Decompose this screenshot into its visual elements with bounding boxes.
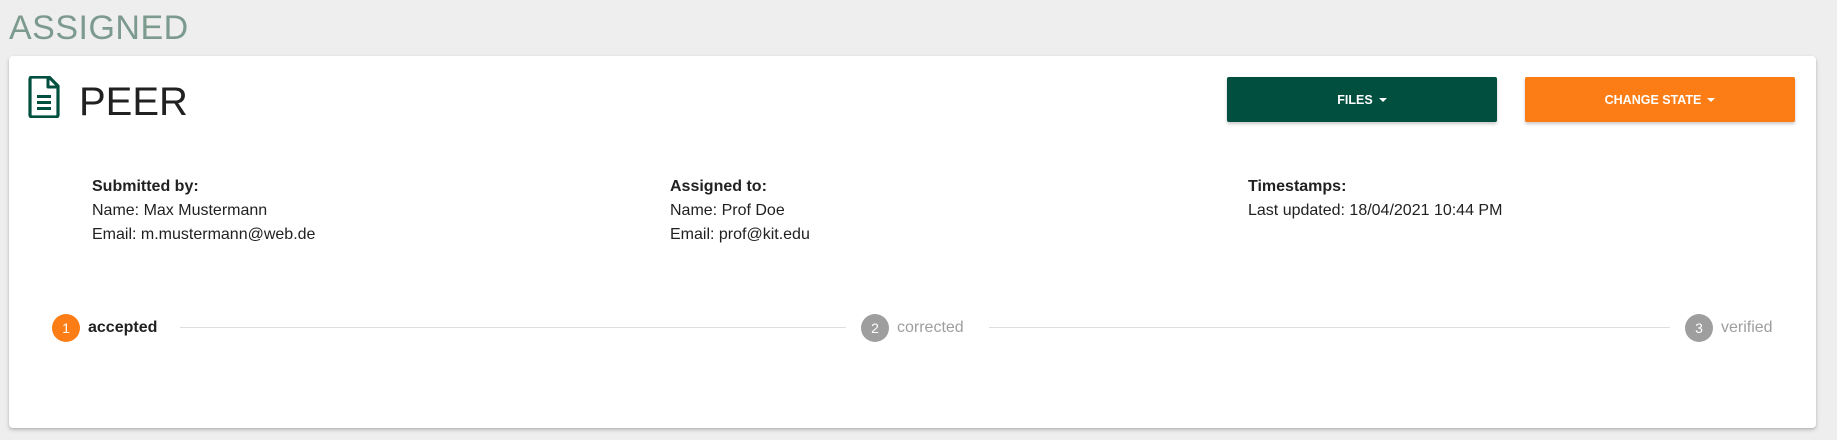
- submitter-email: Email: m.mustermann@web.de: [92, 226, 316, 243]
- step-corrected: 2 corrected: [861, 313, 964, 343]
- timestamps-heading: Timestamps:: [1248, 178, 1347, 195]
- caret-down-icon: [1707, 97, 1716, 102]
- progress-stepper: 1 accepted 2 corrected 3 verified: [9, 313, 1816, 343]
- assignee-email: Email: prof@kit.edu: [670, 226, 810, 243]
- caret-down-icon: [1378, 97, 1387, 102]
- change-state-button[interactable]: CHANGE STATE: [1525, 77, 1795, 122]
- card-title: PEER: [79, 80, 188, 124]
- step-accepted: 1 accepted: [52, 313, 157, 343]
- page-heading: ASSIGNED: [9, 9, 189, 47]
- files-button-label: FILES: [1337, 92, 1373, 107]
- step-number: 1: [52, 314, 80, 342]
- step-divider: [180, 327, 846, 328]
- step-label: corrected: [897, 319, 964, 336]
- files-button[interactable]: FILES: [1227, 77, 1497, 122]
- assigned-to-section: Assigned to: Name: Prof Doe Email: prof@…: [670, 175, 810, 247]
- step-label: verified: [1721, 319, 1773, 336]
- step-number: 2: [861, 314, 889, 342]
- submitter-name: Name: Max Mustermann: [92, 202, 268, 219]
- assignee-name: Name: Prof Doe: [670, 202, 785, 219]
- submitted-by-section: Submitted by: Name: Max Mustermann Email…: [92, 175, 315, 247]
- submitted-by-heading: Submitted by:: [92, 178, 199, 195]
- assigned-to-heading: Assigned to:: [670, 178, 767, 195]
- timestamps-section: Timestamps: Last updated: 18/04/2021 10:…: [1248, 175, 1502, 223]
- step-verified: 3 verified: [1685, 313, 1773, 343]
- document-icon: [28, 75, 60, 119]
- submission-card: PEER FILES CHANGE STATE Submitted by: Na…: [9, 56, 1816, 428]
- step-divider: [989, 327, 1670, 328]
- last-updated: Last updated: 18/04/2021 10:44 PM: [1248, 202, 1503, 219]
- change-state-button-label: CHANGE STATE: [1604, 92, 1702, 107]
- step-label: accepted: [88, 319, 158, 336]
- step-number: 3: [1685, 314, 1713, 342]
